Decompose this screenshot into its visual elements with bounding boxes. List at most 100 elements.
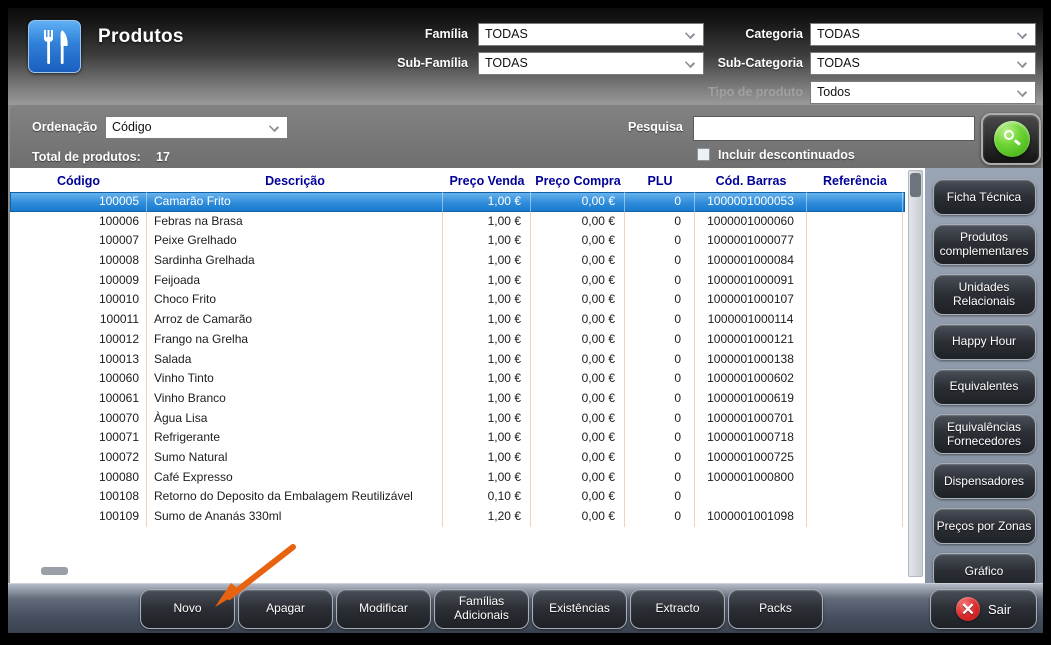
cell-descricao: Febras na Brasa [147,211,443,232]
cell-descricao: Vinho Branco [147,388,443,409]
table-row[interactable]: 100009 Feijoada 1,00 €0,00 €0 1000001000091 [10,270,905,291]
cell-cod_barras: 1000001001098 [695,507,807,527]
ordenacao-select[interactable]: Código [105,116,288,139]
table-row[interactable]: 100080 Café Expresso 1,00 €0,00 €0 10000010… [10,467,905,488]
cell-plu: 0 [625,369,695,389]
apagar-button[interactable]: Apagar [238,589,333,629]
incluir-descontinuados-checkbox[interactable] [697,148,710,161]
table-row[interactable]: 100008 Sardinha Grelhada 1,00 €0,00 €0 1000… [10,251,905,271]
column-header[interactable]: Cód. Barras [695,171,807,191]
extracto-button[interactable]: Extracto [630,589,725,629]
cell-codigo: 100012 [10,329,147,350]
column-header[interactable]: Descrição [147,171,443,191]
column-header[interactable]: Referência [807,171,903,191]
column-header[interactable]: PLU [625,171,695,191]
table-row[interactable]: 100005 Camarão Frito 1,00 €0,00 €0 10000010… [10,192,905,212]
search-input[interactable] [693,116,975,141]
column-header[interactable]: Código [10,171,147,191]
modificar-button[interactable]: Modificar [336,589,431,629]
cell-cod_barras: 1000001000107 [695,290,807,311]
table-row[interactable]: 100060 Vinho Tinto 1,00 €0,00 €0 1000001000… [10,369,905,389]
cell-referencia [807,231,903,252]
table-row[interactable]: 100071 Refrigerante 1,00 €0,00 €0 100000100… [10,428,905,448]
column-header[interactable]: Preço Compra [531,171,625,191]
cell-plu: 0 [625,251,695,271]
cell-preco_compra: 0,00 € [531,487,625,507]
cell-preco_venda: 1,00 € [443,251,531,271]
cell-plu: 0 [625,349,695,370]
cell-plu: 0 [625,192,695,212]
novo-button[interactable]: Novo [140,589,235,629]
vertical-scrollbar[interactable] [908,170,923,577]
table-row[interactable]: 100012 Frango na Grelha 1,00 €0,00 €0 10000… [10,329,905,350]
table-row[interactable]: 100010 Choco Frito 1,00 €0,00 €0 1000001000… [10,290,905,311]
ficha-tecnica-button[interactable]: Ficha Técnica [932,179,1036,215]
table-row[interactable]: 100070 Àgua Lisa 1,00 €0,00 €0 100000100070… [10,408,905,429]
cell-preco_compra: 0,00 € [531,270,625,291]
cell-descricao: Feijoada [147,270,443,291]
categoria-select[interactable]: TODAS [810,23,1036,46]
chevron-down-icon [1016,28,1028,40]
happy-hour-button[interactable]: Happy Hour [932,323,1036,360]
table-row[interactable]: 100006 Febras na Brasa 1,00 €0,00 €0 100000… [10,211,905,232]
cell-descricao: Àgua Lisa [147,408,443,429]
cell-codigo: 100008 [10,251,147,271]
column-header[interactable]: Preço Venda [443,171,531,191]
table-row[interactable]: 100013 Salada 1,00 €0,00 €0 1000001000138 [10,349,905,370]
table-row[interactable]: 100061 Vinho Branco 1,00 €0,00 €0 100000100… [10,388,905,409]
cell-preco_venda: 1,00 € [443,192,531,212]
familia-label: Família [424,27,468,41]
sub-categoria-value: TODAS [817,56,860,70]
sub-categoria-label: Sub-Categoria [717,56,803,70]
cell-preco_venda: 1,00 € [443,447,531,468]
cell-referencia [807,251,903,271]
horizontal-scrollbar-thumb[interactable] [41,567,68,575]
sair-button[interactable]: ✕ Sair [930,589,1037,629]
cell-preco_venda: 1,00 € [443,211,531,232]
cell-preco_compra: 0,00 € [531,231,625,252]
cell-referencia [807,310,903,330]
equivalencias-fornecedores-button[interactable]: Equivalências Fornecedores [932,413,1036,455]
existencias-button[interactable]: Existências [532,589,627,629]
cell-codigo: 100011 [10,310,147,330]
packs-button[interactable]: Packs [728,589,823,629]
chevron-down-icon [1016,86,1028,98]
cell-plu: 0 [625,388,695,409]
cell-referencia [807,428,903,448]
cell-codigo: 100061 [10,388,147,409]
cell-preco_venda: 1,00 € [443,270,531,291]
sub-familia-label: Sub-Família [397,56,468,70]
equivalentes-button[interactable]: Equivalentes [932,368,1036,405]
cell-preco_venda: 0,10 € [443,487,531,507]
table-row[interactable]: 100108 Retorno do Deposito da Embalagem R… [10,487,905,507]
table-row[interactable]: 100072 Sumo Natural 1,00 €0,00 €0 100000100… [10,447,905,468]
precos-por-zonas-button[interactable]: Preços por Zonas [932,508,1036,545]
table-row[interactable]: 100007 Peixe Grelhado 1,00 €0,00 €0 1000001… [10,231,905,252]
search-button[interactable] [981,113,1041,165]
sub-categoria-select[interactable]: TODAS [810,52,1036,75]
cell-referencia [807,329,903,350]
produtos-complementares-button[interactable]: Produtos complementares [932,224,1036,265]
cell-preco_compra: 0,00 € [531,507,625,527]
table-row[interactable]: 100011 Arroz de Camarão 1,00 €0,00 €0 10000… [10,310,905,330]
cell-preco_compra: 0,00 € [531,211,625,232]
cell-plu: 0 [625,290,695,311]
familia-select[interactable]: TODAS [478,23,704,46]
cell-preco_compra: 0,00 € [531,310,625,330]
table-row[interactable]: 100109 Sumo de Ananás 330ml 1,20 €0,00 €0 1… [10,507,905,527]
chevron-down-icon [1016,57,1028,69]
vertical-scrollbar-thumb[interactable] [910,173,921,197]
cell-preco_venda: 1,00 € [443,369,531,389]
cell-preco_compra: 0,00 € [531,290,625,311]
cell-cod_barras: 1000001000701 [695,408,807,429]
table-header-row: Código Descrição Preço Venda Preço Compra PL… [10,171,905,191]
cell-preco_venda: 1,00 € [443,467,531,488]
dispensadores-button[interactable]: Dispensadores [932,463,1036,500]
tipo-produto-select[interactable]: Todos [810,81,1036,104]
sub-familia-select[interactable]: TODAS [478,52,704,75]
unidades-relacionais-button[interactable]: Unidades Relacionais [932,273,1036,315]
chevron-down-icon [268,121,280,133]
fork-knife-icon [43,29,68,64]
familias-adicionais-button[interactable]: Famílias Adicionais [434,589,529,629]
grafico-button[interactable]: Gráfico [932,553,1036,583]
